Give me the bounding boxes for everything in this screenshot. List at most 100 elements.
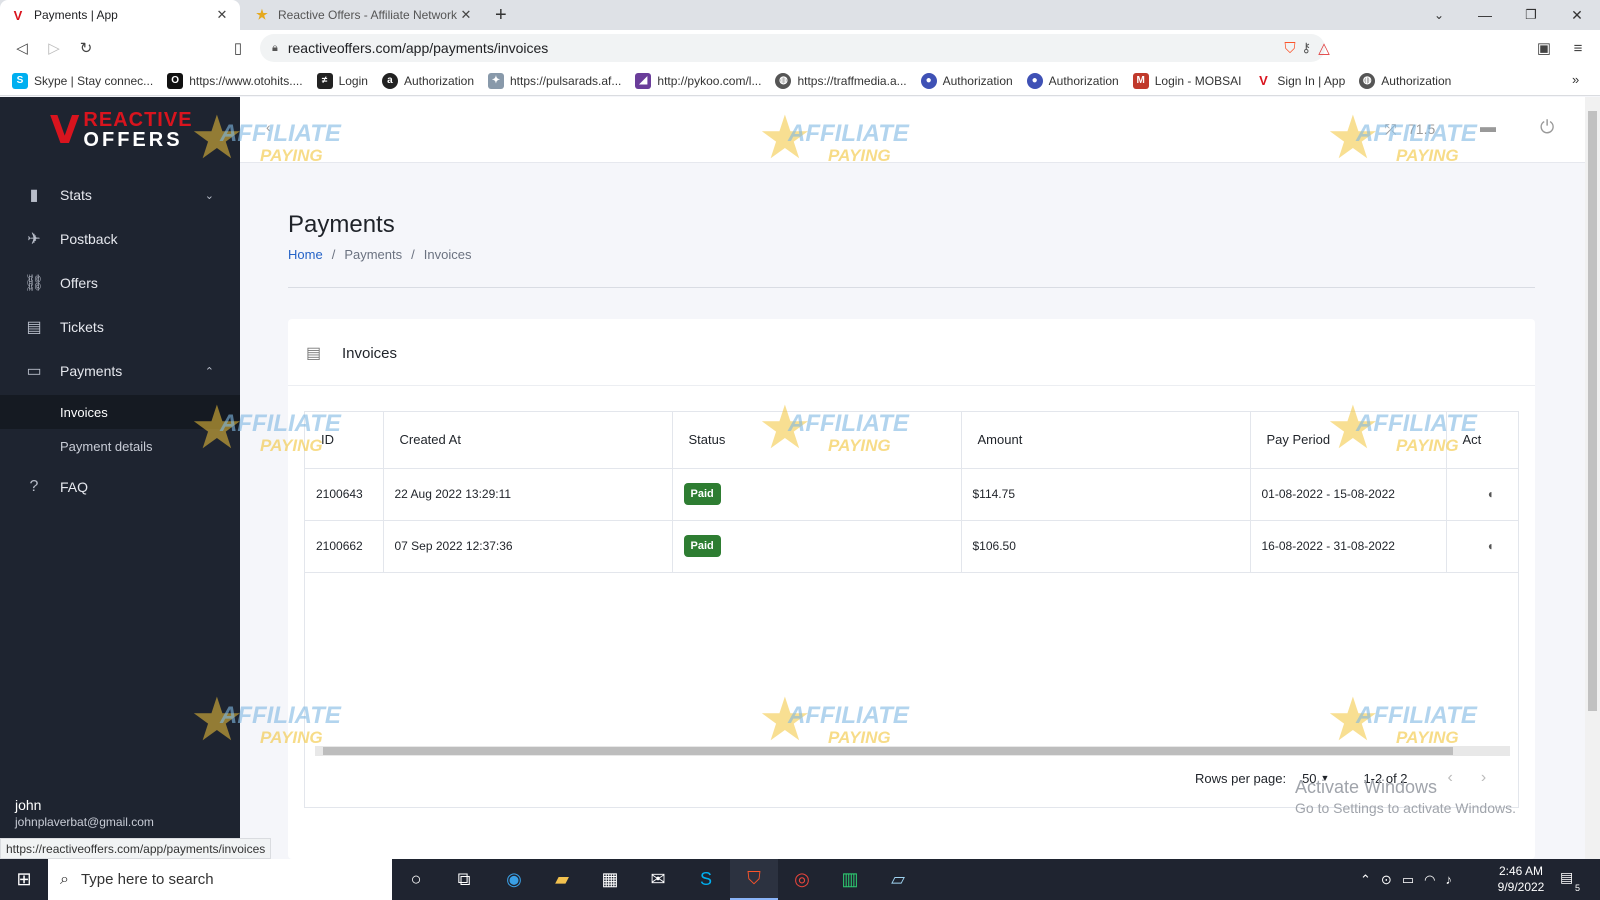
breadcrumb-home[interactable]: Home	[288, 247, 323, 262]
notification-count: 5	[1575, 883, 1581, 893]
sidebar-item-payment-details[interactable]: Payment details	[0, 429, 240, 463]
taskbar-search[interactable]: ⌕ Type here to search	[48, 859, 392, 900]
sidebar-item-offers[interactable]: ⛓ Offers	[0, 261, 240, 305]
column-header-id[interactable]: ID	[305, 412, 384, 469]
new-tab-icon[interactable]: +	[495, 4, 507, 27]
more-bookmarks-icon[interactable]: »	[1572, 72, 1579, 87]
breadcrumb-payments[interactable]: Payments	[344, 247, 402, 262]
reactive-offers-logo-icon: V	[50, 108, 80, 152]
table-row: 2100643 22 Aug 2022 13:29:11 Paid $114.7…	[305, 468, 1518, 521]
table-header-row: ID Created At Status Amount Pay Period A…	[305, 412, 1518, 469]
webcam-icon[interactable]: ⊙	[1381, 872, 1392, 888]
menu-icon[interactable]: ≡	[1566, 36, 1590, 60]
bookmark-item[interactable]: S Skype | Stay connec...	[12, 72, 153, 89]
close-tab-icon[interactable]: ✕	[214, 7, 230, 23]
bookmark-icon[interactable]: ▯	[226, 36, 250, 60]
power-icon[interactable]: ⏻	[1540, 117, 1554, 138]
status-bar-url: https://reactiveoffers.com/app/payments/…	[0, 838, 272, 859]
notepad-icon[interactable]: ▱	[874, 859, 922, 900]
column-header-actions[interactable]: Act	[1446, 412, 1518, 469]
bookmark-item[interactable]: ● Authorization	[1026, 72, 1119, 89]
bookmark-label: Authorization	[942, 73, 1013, 88]
status-badge: Paid	[683, 483, 721, 505]
address-bar[interactable]: 🔒︎ reactiveoffers.com/app/payments/invoi…	[260, 34, 1325, 62]
horizontal-scrollbar[interactable]	[315, 746, 1510, 756]
bookmark-item[interactable]: a Authorization	[381, 72, 474, 89]
task-view-icon[interactable]: ⧉	[440, 859, 488, 900]
tab-payments[interactable]: V Payments | App ✕	[0, 0, 240, 30]
authorization-icon: a	[381, 72, 398, 89]
cell-pay-period: 01-08-2022 - 15-08-2022	[1250, 468, 1447, 521]
url-text: reactiveoffers.com/app/payments/invoices	[287, 40, 549, 56]
profile-card-icon[interactable]: ▬	[1480, 119, 1496, 137]
bookmark-item[interactable]: ✦ https://pulsarads.af...	[488, 72, 621, 89]
mail-icon[interactable]: ✉	[634, 859, 682, 900]
sidebar-item-postback[interactable]: ✈ Postback	[0, 217, 240, 261]
bookmark-item[interactable]: ◍ https://traffmedia.a...	[775, 72, 907, 89]
bookmark-label: Authorization	[403, 73, 474, 88]
key-icon[interactable]: ⚷	[1301, 40, 1311, 56]
bookmark-item[interactable]: Ohttps://www.otohits....	[167, 72, 303, 89]
wallet-icon[interactable]: ▣	[1532, 36, 1556, 60]
bookmark-item[interactable]: M Login - MOBSAI	[1132, 72, 1241, 89]
brand-logo[interactable]: V REACTIVE OFFERS	[0, 97, 240, 163]
rows-per-page-label: Rows per page:	[1195, 770, 1287, 786]
credit-card-icon: ▭	[26, 363, 42, 380]
scrollbar-thumb[interactable]	[323, 747, 1453, 755]
collapse-sidebar-icon[interactable]: ‹	[266, 119, 271, 135]
brave-rewards-icon[interactable]: △	[1312, 36, 1336, 60]
minimize-icon[interactable]: —	[1462, 0, 1508, 30]
bookmark-item[interactable]: V Sign In | App	[1255, 72, 1345, 89]
windows-start-icon[interactable]: ⊞	[0, 859, 48, 900]
column-header-status[interactable]: Status	[672, 412, 962, 469]
invoices-table: ID Created At Status Amount Pay Period A…	[304, 411, 1519, 808]
cell-status: Paid	[672, 520, 962, 573]
brave-shield-icon[interactable]: ⛉	[1278, 36, 1302, 60]
sidebar-item-invoices[interactable]: Invoices	[0, 395, 240, 429]
edge-icon[interactable]: ◉	[490, 859, 538, 900]
view-invoice-icon[interactable]: ◖	[1446, 468, 1518, 521]
notifications-icon[interactable]: ▤	[1560, 869, 1573, 886]
cortana-icon[interactable]: ○	[392, 859, 440, 900]
balance-icon: ⤱	[1385, 121, 1397, 137]
show-hidden-icons-icon[interactable]: ⌃	[1360, 872, 1371, 888]
scrollbar-thumb[interactable]	[1588, 111, 1597, 711]
sidebar-item-payments[interactable]: ▭ Payments ⌃	[0, 349, 240, 393]
restore-icon[interactable]: ❐	[1508, 0, 1554, 30]
reload-icon[interactable]: ↻	[74, 36, 98, 60]
bookmark-item[interactable]: ◍ Authorization	[1359, 72, 1451, 89]
store-icon[interactable]: ▦	[586, 859, 634, 900]
skype-icon[interactable]: S	[682, 859, 730, 900]
battery-icon[interactable]: ▭	[1402, 872, 1414, 888]
app-icon[interactable]: ▥	[826, 859, 874, 900]
clock-date: 9/9/2022	[1497, 880, 1545, 894]
back-icon[interactable]: ◁	[10, 36, 34, 60]
file-explorer-icon[interactable]: ▰	[538, 859, 586, 900]
close-window-icon[interactable]: ✕	[1554, 0, 1600, 30]
column-header-created-at[interactable]: Created At	[383, 412, 673, 469]
sidebar-item-tickets[interactable]: ▤ Tickets	[0, 305, 240, 349]
bookmark-item[interactable]: ◢ http://pykoo.com/l...	[635, 72, 761, 89]
sidebar-item-faq[interactable]: ? FAQ	[0, 465, 240, 509]
chrome-icon[interactable]: ◎	[778, 859, 826, 900]
tab-search-icon[interactable]: ⌄	[1416, 0, 1462, 30]
tab-reactive-offers[interactable]: ★ Reactive Offers - Affiliate Network Re…	[244, 0, 484, 30]
cell-pay-period: 16-08-2022 - 31-08-2022	[1250, 520, 1447, 573]
cell-created-at: 22 Aug 2022 13:29:11	[383, 468, 673, 521]
view-invoice-icon[interactable]: ◖	[1446, 520, 1518, 573]
cell-created-at: 07 Sep 2022 12:37:36	[383, 520, 673, 573]
vertical-scrollbar[interactable]	[1585, 97, 1600, 859]
column-header-pay-period[interactable]: Pay Period	[1250, 412, 1447, 469]
bookmark-item[interactable]: ≠ Login	[316, 72, 368, 89]
wifi-icon[interactable]: ◠	[1424, 872, 1435, 888]
close-tab-icon[interactable]: ✕	[458, 7, 474, 23]
brave-icon[interactable]: ⛉	[730, 859, 778, 900]
taskbar-clock[interactable]: 2:46 AM 9/9/2022	[1490, 863, 1552, 895]
bookmark-item[interactable]: ● Authorization	[920, 72, 1013, 89]
sidebar-item-stats[interactable]: ▮ Stats ⌄	[0, 173, 240, 217]
column-header-amount[interactable]: Amount	[961, 412, 1251, 469]
forward-icon[interactable]: ▷	[42, 36, 66, 60]
bookmark-label: https://traffmedia.a...	[797, 73, 907, 88]
list-icon: ▤	[306, 345, 322, 362]
volume-icon[interactable]: ♪	[1445, 872, 1452, 887]
